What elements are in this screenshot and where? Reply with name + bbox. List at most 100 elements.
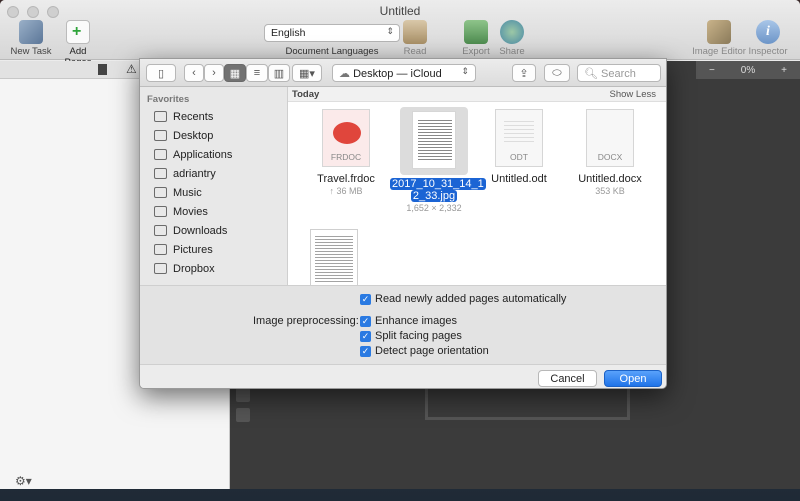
window-title: Untitled [379,4,421,18]
info-icon: i [756,20,780,44]
chevron-left-icon: ‹ [192,67,196,79]
tag-icon: ⬭ [552,66,562,79]
zoom-out-button[interactable]: − [709,65,715,76]
new-task-label: New Task [10,46,52,57]
pictures-icon [154,244,167,255]
sidebar-item-label: Downloads [173,224,228,237]
folder-icon [154,263,167,274]
list-view-button[interactable]: ≡ [246,64,268,82]
single-page-icon[interactable] [236,388,250,402]
file-item-selected[interactable]: 2017_10_31_14_1 2_33.jpg 1,652 × 2,332 [390,107,486,213]
file-extension: ODT [510,152,528,162]
image-editor-label: Image Editor [692,46,746,57]
language-select[interactable]: English ⇕ [264,24,400,42]
export-button[interactable]: Export [460,20,492,57]
share-sheet-button[interactable]: ⇪ [512,64,536,82]
export-icon [464,20,488,44]
list-view-icon: ≡ [253,67,261,79]
preprocessing-label: Image preprocessing: [253,315,359,327]
desktop-icon [154,130,167,141]
tags-button[interactable]: ⬭ [544,64,570,82]
chevron-right-icon: › [212,67,216,79]
sidebar-item-applications[interactable]: Applications [140,145,287,164]
sidebar-item-adriantry[interactable]: adriantry [140,164,287,183]
group-view-button[interactable]: ▦▾ [292,64,322,82]
docx-file-icon: DOCX [586,109,634,167]
file-meta: 1,652 × 2,332 [406,203,462,213]
warning-icon[interactable]: ⚠ [126,62,137,76]
favorites-heading: Favorites [147,94,190,105]
gear-icon[interactable]: ⚙▾ [15,474,32,488]
forward-button[interactable]: › [204,64,224,82]
zoom-in-button[interactable]: + [781,65,787,76]
location-popup[interactable]: ☁ Desktop — iCloud ⇕ [332,64,476,82]
icon-view-button[interactable]: ▦ [224,64,246,82]
recents-icon [154,111,167,122]
checkmark-icon: ✓ [360,315,371,327]
share-globe-icon [500,20,524,44]
sidebar-item-pictures[interactable]: Pictures [140,240,287,259]
sidebar-toggle-icon: ▯ [157,67,165,80]
file-meta: ↑ 36 MB [329,186,363,196]
new-task-button[interactable]: New Task [10,20,52,57]
inspector-label: Inspector [748,46,788,57]
zoom-level[interactable]: 0% [741,65,755,76]
checkbox-label: Read newly added pages automatically [375,293,567,305]
enhance-images-checkbox[interactable]: ✓ Enhance images [360,315,457,327]
sidebar-item-downloads[interactable]: Downloads [140,221,287,240]
file-meta: 353 KB [595,186,625,196]
applications-icon [154,149,167,160]
sidebar-item-label: adriantry [173,167,216,180]
sidebar-item-movies[interactable]: Movies [140,202,287,221]
dialog-sidebar: Favorites Recents Desktop Applications a… [140,87,288,285]
main-toolbar: Untitled New Task + Add Pages English ⇕ … [0,0,800,68]
share-button[interactable]: Share [496,20,528,57]
split-pages-checkbox[interactable]: ✓ Split facing pages [360,330,462,342]
file-extension: DOCX [597,152,623,162]
file-item[interactable]: ODT Untitled.odt [475,109,563,185]
file-item[interactable]: DOCX Untitled.docx 353 KB [566,109,654,196]
sidebar-item-desktop[interactable]: Desktop [140,126,287,145]
location-label: Desktop — iCloud [353,68,442,80]
checkbox-label: Enhance images [375,315,457,327]
read-auto-checkbox[interactable]: ✓ Read newly added pages automatically [360,293,566,305]
search-placeholder: Search [601,68,636,80]
cancel-button[interactable]: Cancel [538,370,597,387]
sidebar-item-music[interactable]: Music [140,183,287,202]
downloads-icon [154,225,167,236]
open-dialog: ▯ ‹ › ▦ ≡ ▥ ▦▾ ☁ Desktop — iCloud ⇕ ⇪ ⬭ … [139,58,667,389]
sidebar-item-dropbox[interactable]: Dropbox [140,259,287,278]
section-header: Today Show Less [288,87,666,102]
language-value: English [271,27,306,39]
file-name-line1: 2017_10_31_14_1 [390,178,486,190]
odt-file-icon: ODT [495,109,543,167]
image-editor-button[interactable]: Image Editor [692,20,746,57]
dialog-footer: Cancel Open [140,364,666,388]
share-label: Share [499,46,525,57]
grid-view-icon[interactable] [236,408,250,422]
sidebar-item-recents[interactable]: Recents [140,107,287,126]
dialog-toolbar: ▯ ‹ › ▦ ≡ ▥ ▦▾ ☁ Desktop — iCloud ⇕ ⇪ ⬭ … [140,59,666,87]
file-name: 2017_10_31_14_1 2_33.jpg [390,178,486,202]
zoom-bar: − 0% + [696,61,800,79]
sidebar-item-label: Desktop [173,129,214,142]
back-button[interactable]: ‹ [184,64,204,82]
checkmark-icon: ✓ [360,293,371,305]
file-thumbnail[interactable] [310,229,358,285]
add-pages-icon: + [66,20,90,44]
sidebar-item-label: Music [173,186,202,199]
document-icon[interactable] [98,64,107,75]
file-item[interactable]: FRDOC Travel.frdoc ↑ 36 MB [302,109,390,196]
music-icon [154,187,167,198]
read-button[interactable]: Read [400,20,430,57]
open-button[interactable]: Open [604,370,662,387]
inspector-button[interactable]: i Inspector [748,20,788,57]
detect-orientation-checkbox[interactable]: ✓ Detect page orientation [360,345,489,357]
movies-icon [154,206,167,217]
cloud-icon: ☁ [339,68,354,80]
sidebar-item-label: Dropbox [173,262,215,275]
show-less-link[interactable]: Show Less [610,89,656,101]
search-field[interactable]: 🔍︎ Search [577,64,661,82]
sidebar-toggle-button[interactable]: ▯ [146,64,176,82]
column-view-button[interactable]: ▥ [268,64,290,82]
